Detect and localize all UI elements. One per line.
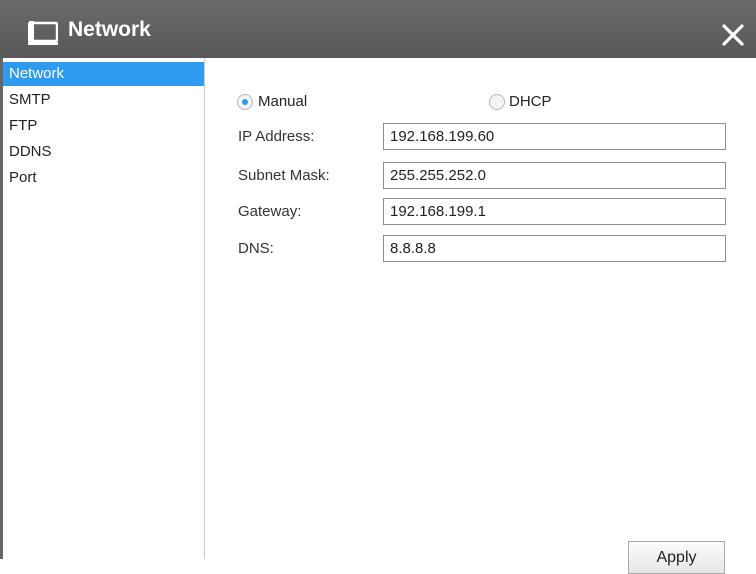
network-settings-panel: Manual DHCP IP Address: Subnet Mask: Gat… xyxy=(205,58,756,574)
sidebar-item-port[interactable]: Port xyxy=(3,166,204,190)
apply-button[interactable]: Apply xyxy=(628,541,725,574)
dhcp-radio[interactable]: DHCP xyxy=(489,91,579,113)
ip-address-label: IP Address: xyxy=(238,128,315,145)
settings-sidebar: Network SMTP FTP DDNS Port xyxy=(3,58,205,559)
manual-radio[interactable]: Manual xyxy=(237,91,337,113)
sidebar-item-ftp[interactable]: FTP xyxy=(3,114,204,138)
manual-radio-label: Manual xyxy=(258,93,308,110)
network-monitor-icon xyxy=(27,20,59,46)
dialog-title: Network xyxy=(68,18,151,41)
gateway-input[interactable] xyxy=(383,198,726,225)
sidebar-item-network[interactable]: Network xyxy=(3,62,204,86)
sidebar-item-ddns[interactable]: DDNS xyxy=(3,140,204,164)
dns-input[interactable] xyxy=(383,235,726,262)
dhcp-radio-label: DHCP xyxy=(509,93,552,110)
sidebar-item-smtp[interactable]: SMTP xyxy=(3,88,204,112)
dns-label: DNS: xyxy=(238,240,274,257)
gateway-label: Gateway: xyxy=(238,203,302,220)
subnet-mask-input[interactable] xyxy=(383,162,726,189)
network-dialog: Network Network SMTP FTP DDNS Port Manua… xyxy=(0,0,756,574)
subnet-mask-label: Subnet Mask: xyxy=(238,167,330,184)
title-bar: Network xyxy=(0,0,756,58)
radio-unchecked-icon xyxy=(489,94,505,110)
radio-checked-icon xyxy=(237,94,253,110)
ip-address-input[interactable] xyxy=(383,123,726,150)
close-icon[interactable] xyxy=(718,20,748,50)
